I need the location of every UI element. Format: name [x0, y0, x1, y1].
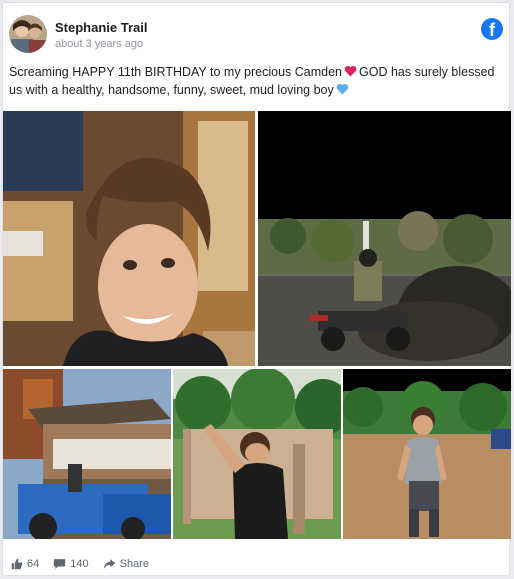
post-footer: 64 140 Share [11, 555, 163, 573]
post-header: Stephanie Trail about 3 years ago f [9, 15, 505, 57]
comment-count: 140 [70, 558, 89, 570]
share-button[interactable]: Share [103, 558, 149, 570]
author-avatar[interactable] [9, 15, 47, 53]
tractor-porch-photo[interactable] [3, 369, 171, 539]
thumbs-up-icon [11, 558, 23, 570]
comment-icon [54, 559, 66, 569]
photo-grid [3, 111, 511, 539]
like-button[interactable]: 64 [11, 558, 39, 570]
share-icon [103, 559, 115, 569]
post-text-part1: Screaming HAPPY 11th BIRTHDAY to my prec… [9, 65, 343, 79]
atv-mud-photo[interactable] [258, 111, 511, 366]
boy-fence-photo[interactable] [173, 369, 341, 539]
share-label: Share [119, 558, 149, 570]
like-count: 64 [27, 558, 40, 570]
author-name[interactable]: Stephanie Trail [55, 20, 147, 35]
blue-heart-icon [336, 83, 349, 95]
comment-button[interactable]: 140 [53, 558, 89, 570]
facebook-icon[interactable]: f [481, 18, 503, 40]
post-text: Screaming HAPPY 11th BIRTHDAY to my prec… [9, 63, 499, 99]
post-card: Stephanie Trail about 3 years ago f Scre… [2, 2, 511, 576]
red-heart-icon [344, 65, 357, 77]
boy-field-photo[interactable] [343, 369, 511, 539]
post-timestamp[interactable]: about 3 years ago [55, 38, 143, 50]
boy-portrait-photo[interactable] [3, 111, 255, 366]
